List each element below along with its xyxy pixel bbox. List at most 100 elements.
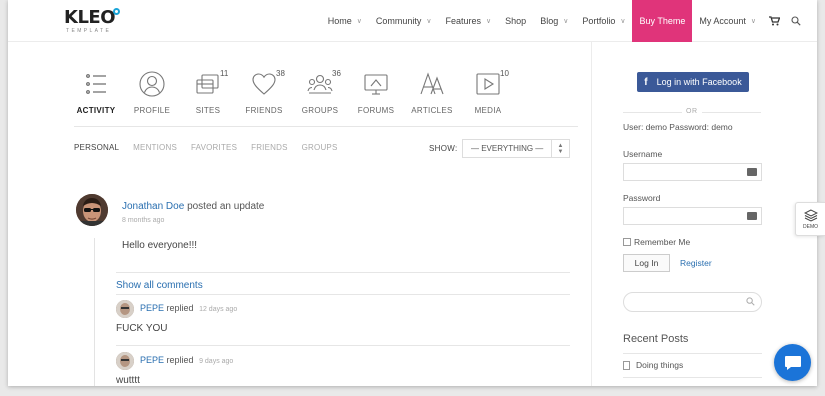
username-field[interactable]: [623, 163, 762, 181]
main-content: ACTIVITY PROFILE 11 SITES 38 FRIENDS 36 …: [8, 42, 591, 386]
tab-articles[interactable]: ARTICLES: [404, 70, 460, 115]
media-count: 10: [500, 69, 509, 78]
profile-icon: [139, 71, 165, 97]
cart-icon[interactable]: [763, 0, 785, 42]
sites-icon: [196, 74, 219, 94]
tab-activity[interactable]: ACTIVITY: [68, 70, 124, 115]
divider: [623, 353, 762, 354]
nav-item-community[interactable]: Community ∨: [369, 0, 439, 42]
nav-item-shop[interactable]: Shop: [498, 0, 533, 42]
thread-line: [94, 238, 95, 386]
subtab-groups[interactable]: GROUPS: [302, 143, 338, 152]
chevron-down-icon: ∨: [356, 18, 362, 25]
site-logo[interactable]: KLEO TEMPLATE: [64, 7, 122, 34]
comment-text: FUCK YOU: [116, 323, 168, 334]
remember-me: Remember Me: [623, 237, 690, 247]
friends-count: 38: [276, 69, 285, 78]
chevron-down-icon: ∨: [486, 18, 492, 25]
search-icon[interactable]: [785, 0, 807, 42]
show-filter-select[interactable]: — EVERYTHING — ▲ ▼: [462, 139, 570, 158]
groups-count: 36: [332, 69, 341, 78]
sidebar: f Log in with Facebook OR User: demo Pas…: [591, 42, 817, 386]
tab-media[interactable]: 10 MEDIA: [460, 69, 516, 115]
search-icon: [746, 297, 755, 306]
site-header: KLEO TEMPLATE Home ∨ Community ∨ Features ∨…: [8, 0, 817, 42]
activity-header: Jonathan Doe posted an update: [122, 201, 264, 212]
password-label: Password: [623, 193, 661, 203]
avatar[interactable]: [116, 352, 134, 370]
chat-button[interactable]: [774, 344, 811, 381]
comment-author-link[interactable]: PEPE: [140, 355, 164, 365]
show-filter-label: SHOW:: [429, 144, 458, 153]
activity-text: Hello everyone!!!: [122, 240, 198, 251]
login-button[interactable]: Log In: [623, 254, 670, 272]
articles-icon: [420, 72, 444, 95]
heart-icon: [252, 73, 276, 95]
password-field[interactable]: [623, 207, 762, 225]
activity-action: posted an update: [187, 201, 265, 212]
subtab-friends[interactable]: FRIENDS: [251, 143, 288, 152]
comment-author-link[interactable]: PEPE: [140, 303, 164, 313]
document-icon: [623, 360, 630, 370]
nav-item-blog[interactable]: Blog ∨: [533, 0, 575, 42]
remember-me-checkbox[interactable]: [623, 238, 631, 246]
demo-label: DEMO: [803, 223, 818, 230]
comment-action: replied: [166, 303, 194, 313]
remember-me-label: Remember Me: [634, 237, 691, 247]
profile-tabs: ACTIVITY PROFILE 11 SITES 38 FRIENDS 36 …: [68, 69, 516, 115]
nav-item-my-account[interactable]: My Account ∨: [692, 0, 763, 42]
comment-time: 12 days ago: [199, 306, 238, 313]
keychain-icon: [747, 168, 757, 176]
demo-switcher-tab[interactable]: DEMO: [795, 202, 825, 236]
author-link[interactable]: Jonathan Doe: [122, 201, 184, 212]
tabs-divider: [74, 126, 578, 127]
avatar[interactable]: [76, 194, 108, 226]
tab-friends[interactable]: 38 FRIENDS: [236, 69, 292, 115]
browser-page: KLEO TEMPLATE Home ∨ Community ∨ Features ∨…: [8, 0, 817, 386]
show-all-comments-link[interactable]: Show all comments: [116, 280, 203, 291]
logo-dot-icon: [113, 8, 121, 15]
tab-profile[interactable]: PROFILE: [124, 70, 180, 115]
show-filter-value: — EVERYTHING —: [471, 144, 544, 153]
tab-sites[interactable]: 11 SITES: [180, 69, 236, 115]
activity-subtabs: PERSONAL MENTIONS FAVORITES FRIENDS GROU…: [74, 143, 352, 152]
avatar[interactable]: [116, 300, 134, 318]
chevron-down-icon: ∨: [750, 18, 756, 25]
username-label: Username: [623, 149, 663, 159]
chat-icon: [784, 355, 801, 370]
comment-action: replied: [166, 355, 194, 365]
comment-time: 9 days ago: [199, 358, 234, 365]
layers-icon: [803, 208, 818, 222]
logo-text: KLEO: [64, 7, 116, 28]
logo-subtitle: TEMPLATE: [66, 28, 112, 34]
nav-item-features[interactable]: Features ∨: [439, 0, 499, 42]
chevron-down-icon: ∨: [620, 18, 626, 25]
or-separator: OR: [682, 108, 702, 115]
subtab-favorites[interactable]: FAVORITES: [191, 143, 237, 152]
register-link[interactable]: Register: [680, 258, 712, 268]
tab-forums[interactable]: FORUMS: [348, 70, 404, 115]
divider: [116, 272, 570, 273]
chevron-down-icon: ∨: [426, 18, 432, 25]
sites-count: 11: [220, 69, 229, 78]
subtab-mentions[interactable]: MENTIONS: [133, 143, 177, 152]
recent-post-item[interactable]: Doing things: [623, 360, 683, 370]
facebook-login-button[interactable]: f Log in with Facebook: [637, 72, 749, 92]
groups-icon: [307, 74, 333, 94]
media-icon: [476, 73, 500, 95]
divider: [116, 294, 570, 295]
divider: [116, 345, 570, 346]
recent-posts-title: Recent Posts: [623, 333, 689, 345]
nav-item-home[interactable]: Home ∨: [321, 0, 369, 42]
subtab-personal[interactable]: PERSONAL: [74, 143, 119, 152]
nav-item-portfolio[interactable]: Portfolio ∨: [575, 0, 632, 42]
keychain-icon: [747, 212, 757, 220]
activity-icon: [86, 74, 106, 94]
select-arrows-icon: ▲ ▼: [551, 140, 569, 157]
main-nav: Home ∨ Community ∨ Features ∨ Shop Blog ∨ Po…: [321, 0, 817, 42]
demo-credentials: User: demo Password: demo: [623, 122, 733, 132]
buy-theme-button[interactable]: Buy Theme: [632, 0, 693, 42]
sidebar-search-input[interactable]: [623, 292, 762, 312]
divider: [623, 377, 762, 378]
tab-groups[interactable]: 36 GROUPS: [292, 69, 348, 115]
